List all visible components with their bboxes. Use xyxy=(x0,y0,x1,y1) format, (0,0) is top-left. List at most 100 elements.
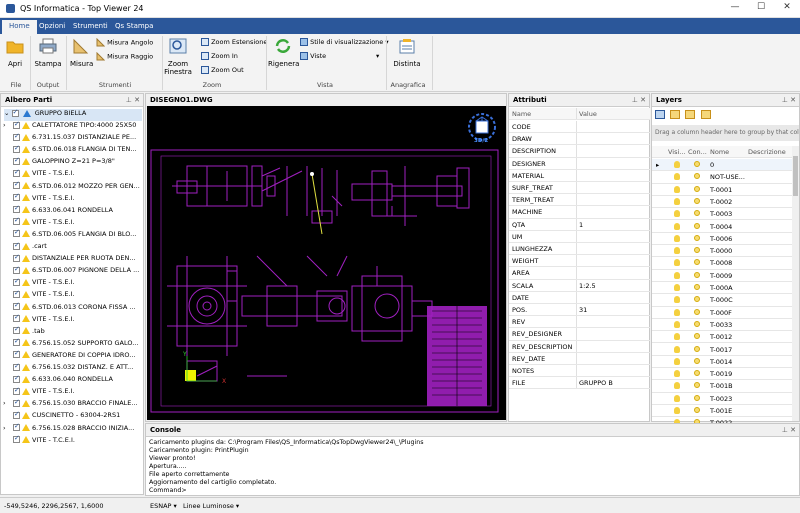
tree-item[interactable]: 6.STD.06.012 MOZZO PER GEN... xyxy=(13,180,140,194)
close-button[interactable]: ✕ xyxy=(776,2,798,12)
item-checkbox[interactable] xyxy=(13,289,20,298)
tree-item[interactable]: 6.STD.06.013 CORONA FISSA ... xyxy=(13,301,136,315)
item-checkbox[interactable] xyxy=(13,277,20,286)
tree-item[interactable]: GENERATORE DI COPPIA IDRO... xyxy=(13,349,136,363)
tree-item[interactable]: 6.633.06.040 RONDELLA xyxy=(13,374,113,387)
item-checkbox[interactable] xyxy=(13,398,20,407)
tree-item[interactable]: VITE - T.S.E.I. xyxy=(13,192,75,206)
zoom-extent-button[interactable]: Zoom Estensione xyxy=(201,38,267,46)
bulb-icon[interactable] xyxy=(674,284,680,291)
item-checkbox[interactable] xyxy=(13,374,20,383)
bulb-icon[interactable] xyxy=(674,308,680,316)
layers-copy-icon[interactable] xyxy=(700,110,711,119)
layer-row[interactable]: T-001E xyxy=(652,405,798,418)
zoom-out-button[interactable]: Zoom Out xyxy=(201,66,244,74)
pin-close-icons[interactable]: ⊥ ✕ xyxy=(782,426,796,434)
attribute-row[interactable]: MACHINE xyxy=(509,206,650,219)
attribute-row[interactable]: QTA 1 xyxy=(509,218,650,231)
pin-close-icons[interactable]: ⊥ ✕ xyxy=(782,96,796,104)
attribute-row[interactable]: DATE xyxy=(509,291,650,304)
sun-icon[interactable] xyxy=(694,247,700,254)
layer-row[interactable]: T-000C xyxy=(652,294,798,307)
item-checkbox[interactable] xyxy=(13,168,20,177)
tree-item[interactable]: 6.STD.06.007 PIGNONE DELLA ... xyxy=(13,265,139,278)
bulb-icon[interactable] xyxy=(674,407,680,414)
bulb-icon[interactable] xyxy=(674,259,680,267)
item-checkbox[interactable] xyxy=(13,253,20,262)
item-checkbox[interactable] xyxy=(13,144,20,153)
bulb-icon[interactable] xyxy=(674,345,680,353)
item-checkbox[interactable] xyxy=(13,156,20,165)
item-checkbox[interactable] xyxy=(13,192,20,202)
tree-item[interactable]: VITE - T.S.E.I. xyxy=(13,216,75,230)
layer-row[interactable]: T-0002 xyxy=(652,196,798,209)
bulb-icon[interactable] xyxy=(674,161,680,168)
layer-row[interactable]: T-000A xyxy=(652,282,798,295)
sun-icon[interactable] xyxy=(694,407,700,413)
sun-icon[interactable] xyxy=(694,284,700,290)
zoom-window-button[interactable]: Zoom Finestra xyxy=(158,38,198,76)
item-checkbox[interactable] xyxy=(13,337,20,347)
attribute-row[interactable]: MATERIAL xyxy=(509,169,650,182)
item-checkbox[interactable] xyxy=(13,204,20,214)
root-checkbox[interactable] xyxy=(11,108,19,117)
bulb-icon[interactable] xyxy=(674,173,680,181)
bulb-icon[interactable] xyxy=(674,197,680,205)
tree-item[interactable]: VITE - T.S.E.I. xyxy=(13,313,75,327)
views-dropdown[interactable]: Viste ▾ xyxy=(300,52,379,60)
attribute-row[interactable]: REV_DESIGNER xyxy=(509,328,650,341)
sun-icon[interactable] xyxy=(694,161,700,167)
zoom-in-button[interactable]: Zoom In xyxy=(201,52,238,60)
item-checkbox[interactable] xyxy=(13,386,20,395)
bulb-icon[interactable] xyxy=(674,370,680,378)
collapse-icon[interactable]: ⌄ xyxy=(4,109,9,117)
layer-row[interactable]: T-0006 xyxy=(652,233,798,246)
bulb-icon[interactable] xyxy=(674,271,680,279)
tree-item[interactable]: 6.STD.06.005 FLANGIA DI BLO... xyxy=(13,228,136,242)
item-checkbox[interactable] xyxy=(13,180,20,189)
item-checkbox[interactable] xyxy=(13,362,20,371)
layer-row[interactable]: T-0001 xyxy=(652,184,798,196)
item-checkbox[interactable] xyxy=(13,265,20,274)
tree-item[interactable]: CUSCINETTO - 63004-2RS1 xyxy=(13,410,120,423)
layers-on-icon[interactable] xyxy=(670,110,681,119)
sun-icon[interactable] xyxy=(694,222,700,229)
tree-item[interactable]: DISTANZIALE PER RUOTA DEN... xyxy=(13,253,136,266)
item-checkbox[interactable] xyxy=(13,422,20,431)
tree-item[interactable]: 6.731.15.037 DISTANZIALE PE... xyxy=(13,132,136,145)
item-checkbox[interactable] xyxy=(13,241,20,250)
layer-row[interactable]: T-000F xyxy=(652,307,798,319)
attribute-row[interactable]: DESIGNER xyxy=(509,157,650,170)
attribute-row[interactable]: AREA xyxy=(509,267,650,280)
sun-icon[interactable] xyxy=(694,345,700,352)
layers-off-icon[interactable] xyxy=(685,110,696,119)
col-value[interactable]: Value xyxy=(579,110,597,118)
tree-item[interactable]: VITE - T.S.E.I. xyxy=(13,277,75,290)
item-checkbox[interactable] xyxy=(13,120,20,129)
sun-icon[interactable] xyxy=(694,370,700,377)
glow-lines-dropdown[interactable]: Linee Luminose ▾ xyxy=(183,502,239,510)
attribute-row[interactable]: REV xyxy=(509,316,650,329)
attribute-row[interactable]: TERM_TREAT xyxy=(509,194,650,207)
layer-row[interactable]: T-0009 xyxy=(652,270,798,282)
attribute-row[interactable]: POS. 31 xyxy=(509,304,650,317)
regenerate-button[interactable]: Rigenera xyxy=(268,38,299,68)
sun-icon[interactable] xyxy=(694,234,700,241)
layer-row[interactable]: T-0012 xyxy=(652,331,798,344)
attribute-row[interactable]: DRAW xyxy=(509,133,650,146)
item-checkbox[interactable] xyxy=(13,132,20,141)
bulb-icon[interactable] xyxy=(674,222,680,230)
expand-icon[interactable]: › xyxy=(3,121,6,129)
distinta-button[interactable]: Distinta xyxy=(392,38,422,68)
sun-icon[interactable] xyxy=(694,210,700,217)
tree-item[interactable]: VITE - T.C.E.I. xyxy=(13,434,75,448)
attribute-row[interactable]: FILE GRUPPO B xyxy=(509,377,650,390)
bulb-icon[interactable] xyxy=(674,210,680,218)
layer-row[interactable]: T-0033 xyxy=(652,319,798,332)
esnap-dropdown[interactable]: ESNAP ▾ xyxy=(150,502,177,510)
col-name[interactable]: Nome xyxy=(710,148,729,156)
display-style-dropdown[interactable]: Stile di visualizzazione ▾ xyxy=(300,38,389,46)
layer-row[interactable]: T-0019 xyxy=(652,368,798,381)
maximize-button[interactable]: ☐ xyxy=(750,2,772,12)
print-button[interactable]: Stampa xyxy=(34,38,62,68)
